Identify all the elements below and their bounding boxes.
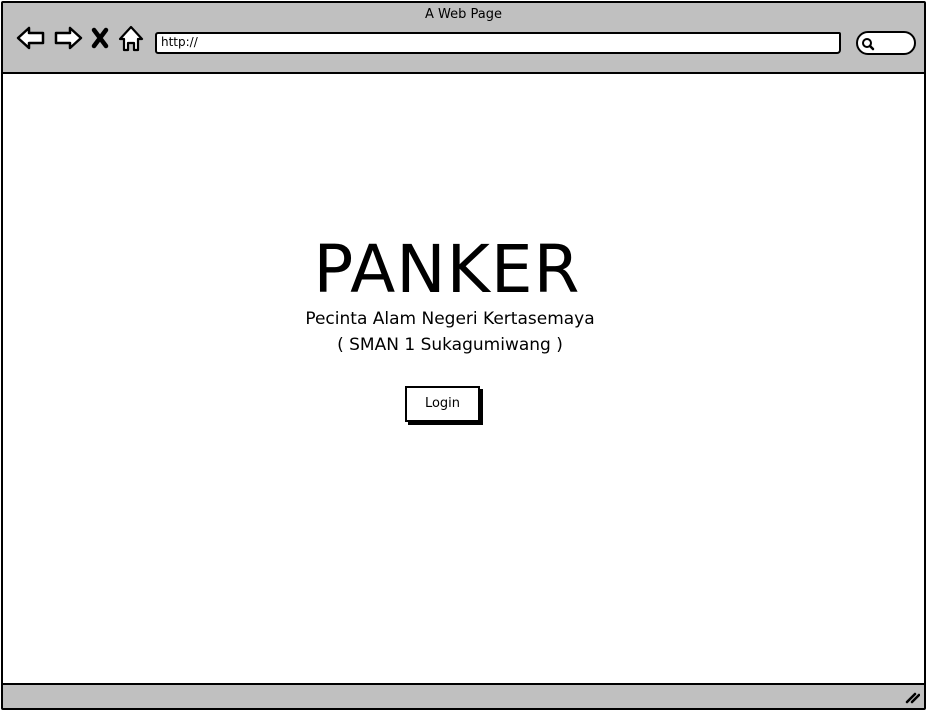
close-x-icon[interactable] [89,23,111,53]
browser-statusbar [3,683,924,708]
page-subtitle-school: ( SMAN 1 Sukagumiwang ) [337,335,563,355]
magnifier-icon[interactable] [861,36,875,55]
page-content: PANKER Pecinta Alam Negeri Kertasemaya (… [3,74,924,685]
hero-section: PANKER Pecinta Alam Negeri Kertasemaya (… [3,234,891,358]
browser-titlebar: A Web Page http:// [3,3,924,74]
back-arrow-icon[interactable] [15,23,47,53]
page-subtitle: Pecinta Alam Negeri Kertasemaya [305,309,595,329]
page-title: PANKER [313,231,581,308]
address-bar-text[interactable]: http:// [161,35,198,49]
resize-grip-icon[interactable] [904,688,921,708]
address-bar[interactable]: http:// [155,32,841,54]
login-button[interactable]: Login [405,386,480,422]
search-box[interactable] [856,31,916,55]
window-title: A Web Page [425,7,502,22]
forward-arrow-icon[interactable] [52,23,84,53]
browser-window: A Web Page http:// PANKER Pecinta Alam N… [1,1,926,710]
home-icon[interactable] [117,23,145,53]
